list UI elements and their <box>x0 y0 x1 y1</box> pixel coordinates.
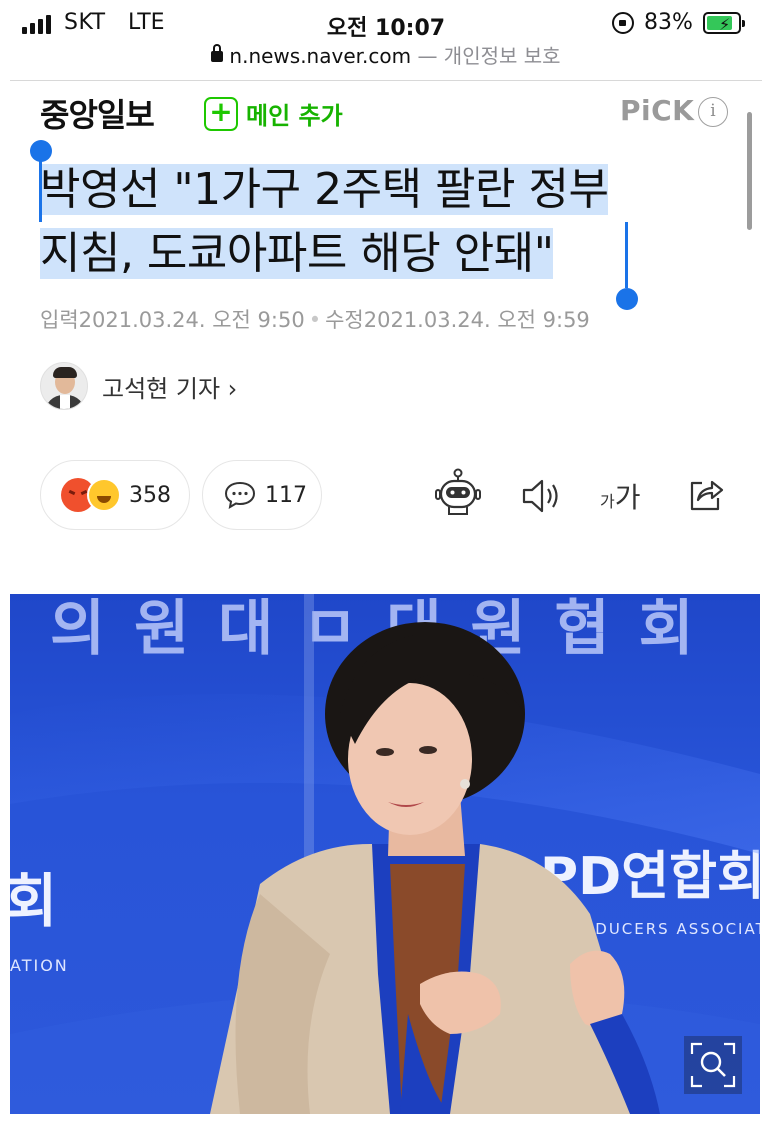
reaction-button[interactable]: 358 <box>40 460 190 530</box>
font-size-icon[interactable]: 가가 <box>600 476 641 516</box>
add-main-button[interactable]: + 메인 추가 <box>204 96 343 131</box>
edit-label: 수정 <box>325 308 364 332</box>
battery-charging-icon: ⚡ <box>703 12 745 34</box>
press-logo[interactable]: 중앙일보 <box>40 90 155 136</box>
comment-bubble-icon <box>224 481 256 509</box>
reaction-count: 358 <box>129 482 171 508</box>
magnify-icon <box>690 1042 736 1088</box>
chevron-right-icon: › <box>227 374 238 403</box>
share-icon[interactable] <box>686 474 726 514</box>
selection-end-handle[interactable] <box>616 288 638 310</box>
add-main-label: 메인 추가 <box>246 102 343 130</box>
scrollbar[interactable] <box>747 112 752 230</box>
avatar <box>40 362 88 410</box>
selection-end-stem <box>625 222 628 288</box>
padlock-icon <box>211 44 224 62</box>
privacy-note: — 개인정보 보호 <box>417 44 561 68</box>
date-separator: • <box>308 308 322 332</box>
divider <box>10 80 762 81</box>
comment-button[interactable]: 117 <box>202 460 322 530</box>
article-headline[interactable]: 박영선 "1가구 2주택 팔란 정부 지침, 도쿄아파트 해당 안돼" <box>40 158 740 286</box>
rotation-lock-icon <box>612 12 634 34</box>
address-bar[interactable]: n.news.naver.com — 개인정보 보호 <box>0 40 772 76</box>
input-label: 입력 <box>40 308 79 332</box>
article-dates: 입력2021.03.24. 오전 9:50 • 수정2021.03.24. 오전 9… <box>40 304 590 334</box>
info-icon[interactable]: i <box>698 97 728 127</box>
comment-count: 117 <box>265 482 307 508</box>
edit-date: 2021.03.24. 오전 9:59 <box>363 308 590 332</box>
article-photo[interactable]: 의 원 대 ㅁ 대 원 협 회 PD연합회 PRODUCERS ASSOCIAT… <box>10 594 760 1114</box>
input-date: 2021.03.24. 오전 9:50 <box>78 308 305 332</box>
zoom-button[interactable] <box>684 1036 742 1094</box>
address-domain: n.news.naver.com <box>229 44 412 68</box>
laugh-emoji-icon <box>87 478 121 512</box>
plus-icon: + <box>204 96 238 131</box>
robot-summary-icon[interactable] <box>434 468 482 518</box>
selection-start-stem <box>39 158 42 222</box>
battery-percent: 83% <box>644 10 693 35</box>
pick-badge: PiCK <box>620 94 695 127</box>
headline-line-2: 지침, 도쿄아파트 해당 안돼" <box>40 228 554 279</box>
headline-line-1: 박영선 "1가구 2주택 팔란 정부 <box>40 164 609 215</box>
speaker-portrait <box>10 594 760 1114</box>
reporter-link[interactable]: 고석현 기자 › <box>40 362 237 410</box>
speaker-icon[interactable] <box>520 474 562 518</box>
reporter-name: 고석현 기자 › <box>102 374 238 403</box>
